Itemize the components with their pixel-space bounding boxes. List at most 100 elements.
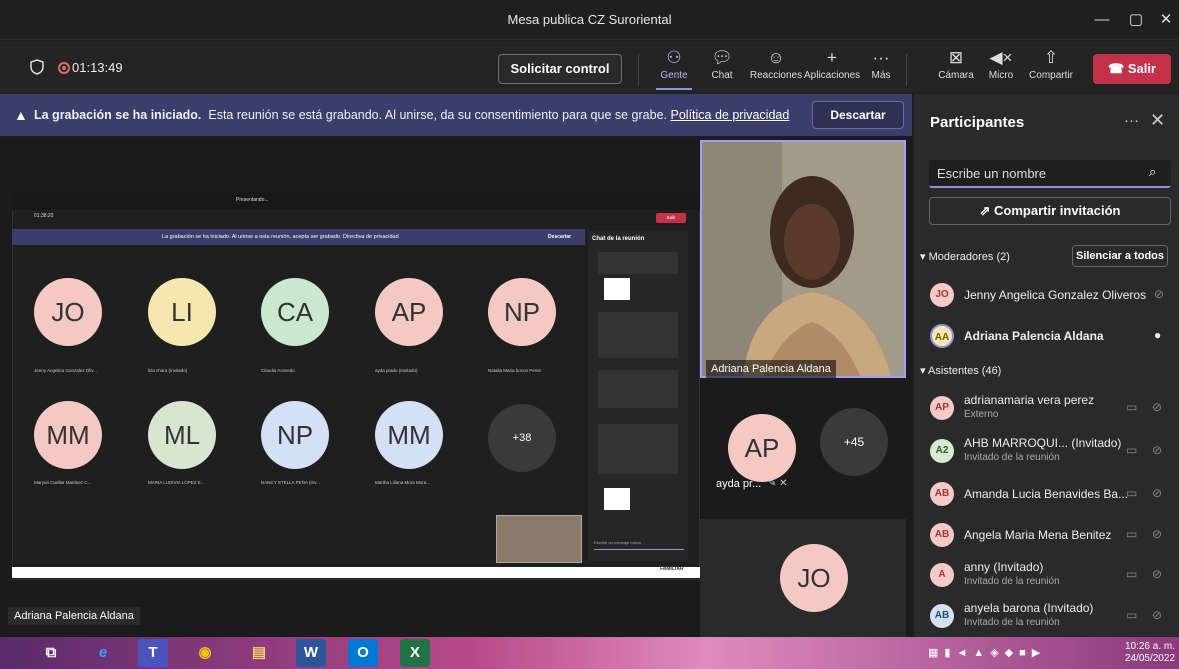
recording-icon	[58, 62, 70, 74]
outlook-icon[interactable]: O	[348, 639, 378, 667]
shared-leave-button: Salir	[656, 213, 686, 223]
attendees-header[interactable]: ▾ Asistentes (46)	[920, 364, 1001, 377]
chevron-down-icon: ▾	[920, 365, 928, 377]
mic-off-icon: ◀×	[989, 48, 1013, 67]
search-icon[interactable]: ⌕	[1149, 164, 1156, 180]
camera-off-icon: ▭	[1126, 443, 1138, 457]
participant-bubble-name: Claudia Acevedo	[261, 368, 295, 373]
divider	[906, 54, 907, 86]
participant-name: Angela Maria Mena Benitez	[964, 528, 1112, 542]
shared-recording-banner: La grabación se ha iniciado. Al unirse a…	[12, 229, 585, 245]
chrome-icon[interactable]: ◉	[190, 639, 220, 667]
camera-off-icon: ⊠	[948, 48, 964, 67]
file-explorer-icon[interactable]: ▤	[244, 639, 274, 667]
chevron-down-icon: ▾	[920, 251, 929, 263]
shared-screen-toolbar	[12, 192, 700, 210]
internet-explorer-icon[interactable]: e	[88, 639, 118, 667]
meeting-timer: 01:13:49	[72, 60, 123, 75]
apps-label: Aplicaciones	[804, 70, 861, 81]
participant-bubble: CA	[261, 278, 329, 346]
request-control-button[interactable]: Solicitar control	[498, 54, 622, 84]
share-invite-button[interactable]: ⇗ Compartir invitación	[929, 197, 1171, 225]
panel-more-icon[interactable]: ···	[1124, 112, 1139, 129]
file-card	[604, 488, 630, 510]
participant-search-input[interactable]: Escribe un nombre	[929, 160, 1171, 188]
speaker-video-image	[702, 142, 904, 376]
moderators-header[interactable]: ▾ Moderadores (2)	[920, 250, 1010, 263]
system-tray-icons[interactable]: ▦▮◄▲◈◆■▶	[928, 646, 1046, 659]
mute-all-button[interactable]: Silenciar a todos	[1072, 245, 1168, 267]
leave-label: Salir	[1127, 61, 1156, 76]
panel-title: Participantes	[930, 114, 1025, 131]
camera-button[interactable]: ⊠ Cámara	[936, 46, 976, 81]
ellipsis-icon: ···	[872, 48, 890, 67]
share-invite-icon: ⇗	[979, 203, 995, 218]
participant-row[interactable]: AB Amanda Lucia Benavides Ba... ▭ ⊘	[914, 476, 1179, 512]
participant-row[interactable]: A anny (Invitado) Invitado de la reunión…	[914, 557, 1179, 593]
overflow-bubble[interactable]: +45	[820, 408, 888, 476]
people-icon: ⚇	[666, 48, 682, 67]
participant-bubble: AP	[375, 278, 443, 346]
avatar: AB	[930, 523, 954, 547]
file-card	[604, 278, 630, 300]
shield-icon[interactable]	[30, 59, 44, 75]
people-button[interactable]: ⚇ Gente	[656, 46, 692, 90]
more-button[interactable]: ··· Más	[866, 46, 896, 81]
taskbar-clock[interactable]: 10:26 a. m. 24/05/2022	[1115, 641, 1175, 665]
mic-label: Micro	[988, 70, 1014, 81]
participant-row[interactable]: AP adrianamaria vera perez Externo ▭ ⊘	[914, 390, 1179, 426]
window-title: Mesa publica CZ Suroriental	[507, 12, 672, 27]
panel-close-icon[interactable]: ✕	[1150, 110, 1165, 131]
participant-name: adrianamaria vera perez	[964, 393, 1095, 407]
mic-off-icon: ⊘	[1152, 486, 1163, 500]
privacy-policy-link[interactable]: Política de privacidad	[671, 108, 790, 122]
chat-button[interactable]: 💬︎ Chat	[704, 46, 740, 81]
participant-bubble-name: Natalia Maria bocon Perez	[488, 368, 542, 373]
mic-button[interactable]: ◀× Micro	[986, 46, 1016, 81]
share-button[interactable]: ⇧ Compartir	[1026, 46, 1076, 81]
divider	[638, 54, 639, 86]
reactions-button[interactable]: ☺ Reacciones	[748, 46, 804, 81]
participant-row[interactable]: AB anyela barona (Invitado) Invitado de …	[914, 598, 1179, 634]
shared-compose: Escribir un mensaje nuevo	[594, 540, 684, 550]
avatar: AA	[930, 324, 954, 348]
plus-icon: +	[827, 48, 837, 67]
participant-role: Invitado de la reunión	[964, 576, 1060, 587]
minimize-button[interactable]: —	[1088, 8, 1116, 32]
participant-row[interactable]: AA Adriana Palencia Aldana ●	[914, 318, 1179, 354]
participant-row[interactable]: JO Jenny Angelica Gonzalez Oliveros ⊘	[914, 277, 1179, 313]
participant-bubble: MM	[375, 401, 443, 469]
chat-message	[598, 252, 678, 274]
task-view-icon[interactable]: ⧉	[36, 639, 66, 667]
mic-off-icon: ✎ ✕	[768, 478, 788, 489]
main-speaker-video[interactable]	[700, 140, 906, 378]
word-icon[interactable]: W	[296, 639, 326, 667]
leave-button[interactable]: ☎ Salir	[1093, 54, 1171, 84]
chat-label: Chat	[711, 70, 733, 81]
participant-name: Amanda Lucia Benavides Ba...	[964, 487, 1129, 501]
participant-row[interactable]: AB Angela Maria Mena Benitez ▭ ⊘	[914, 517, 1179, 553]
main-video-label: Adriana Palencia Aldana	[706, 360, 836, 378]
mic-off-icon: ⊘	[1152, 567, 1163, 581]
shared-chat-title: Chat de la reunión	[592, 236, 645, 242]
mic-off-icon: ⊘	[1154, 287, 1165, 301]
participant-name: anny (Invitado)	[964, 560, 1044, 574]
teams-icon[interactable]: T	[138, 639, 168, 667]
mic-off-icon: ⊘	[1152, 608, 1163, 622]
dismiss-banner-button[interactable]: Descartar	[812, 101, 904, 129]
participant-name: AHB MARROQUI... (Invitado)	[964, 436, 1122, 450]
close-window-button[interactable]: ✕	[1152, 8, 1179, 32]
recording-banner-text: La grabación se ha iniciado. Esta reunió…	[34, 108, 789, 122]
apps-button[interactable]: + Aplicaciones	[804, 46, 860, 81]
camera-off-icon: ▭	[1126, 567, 1138, 581]
maximize-button[interactable]: ▢	[1122, 8, 1150, 32]
excel-icon[interactable]: X	[400, 639, 430, 667]
participant-role: Invitado de la reunión	[964, 617, 1060, 628]
participant-bubble: ML	[148, 401, 216, 469]
avatar: AP	[930, 396, 954, 420]
participant-row[interactable]: A2 AHB MARROQUI... (Invitado) Invitado d…	[914, 433, 1179, 469]
participant-bubble-name: ayda prado (Invitado)	[375, 368, 418, 373]
participant-bubble-name: NANCY STELLA PEÑA (Inv...	[261, 480, 320, 485]
share-invite-label: Compartir invitación	[994, 203, 1121, 218]
clock-time: 10:26 a. m.	[1124, 641, 1175, 652]
